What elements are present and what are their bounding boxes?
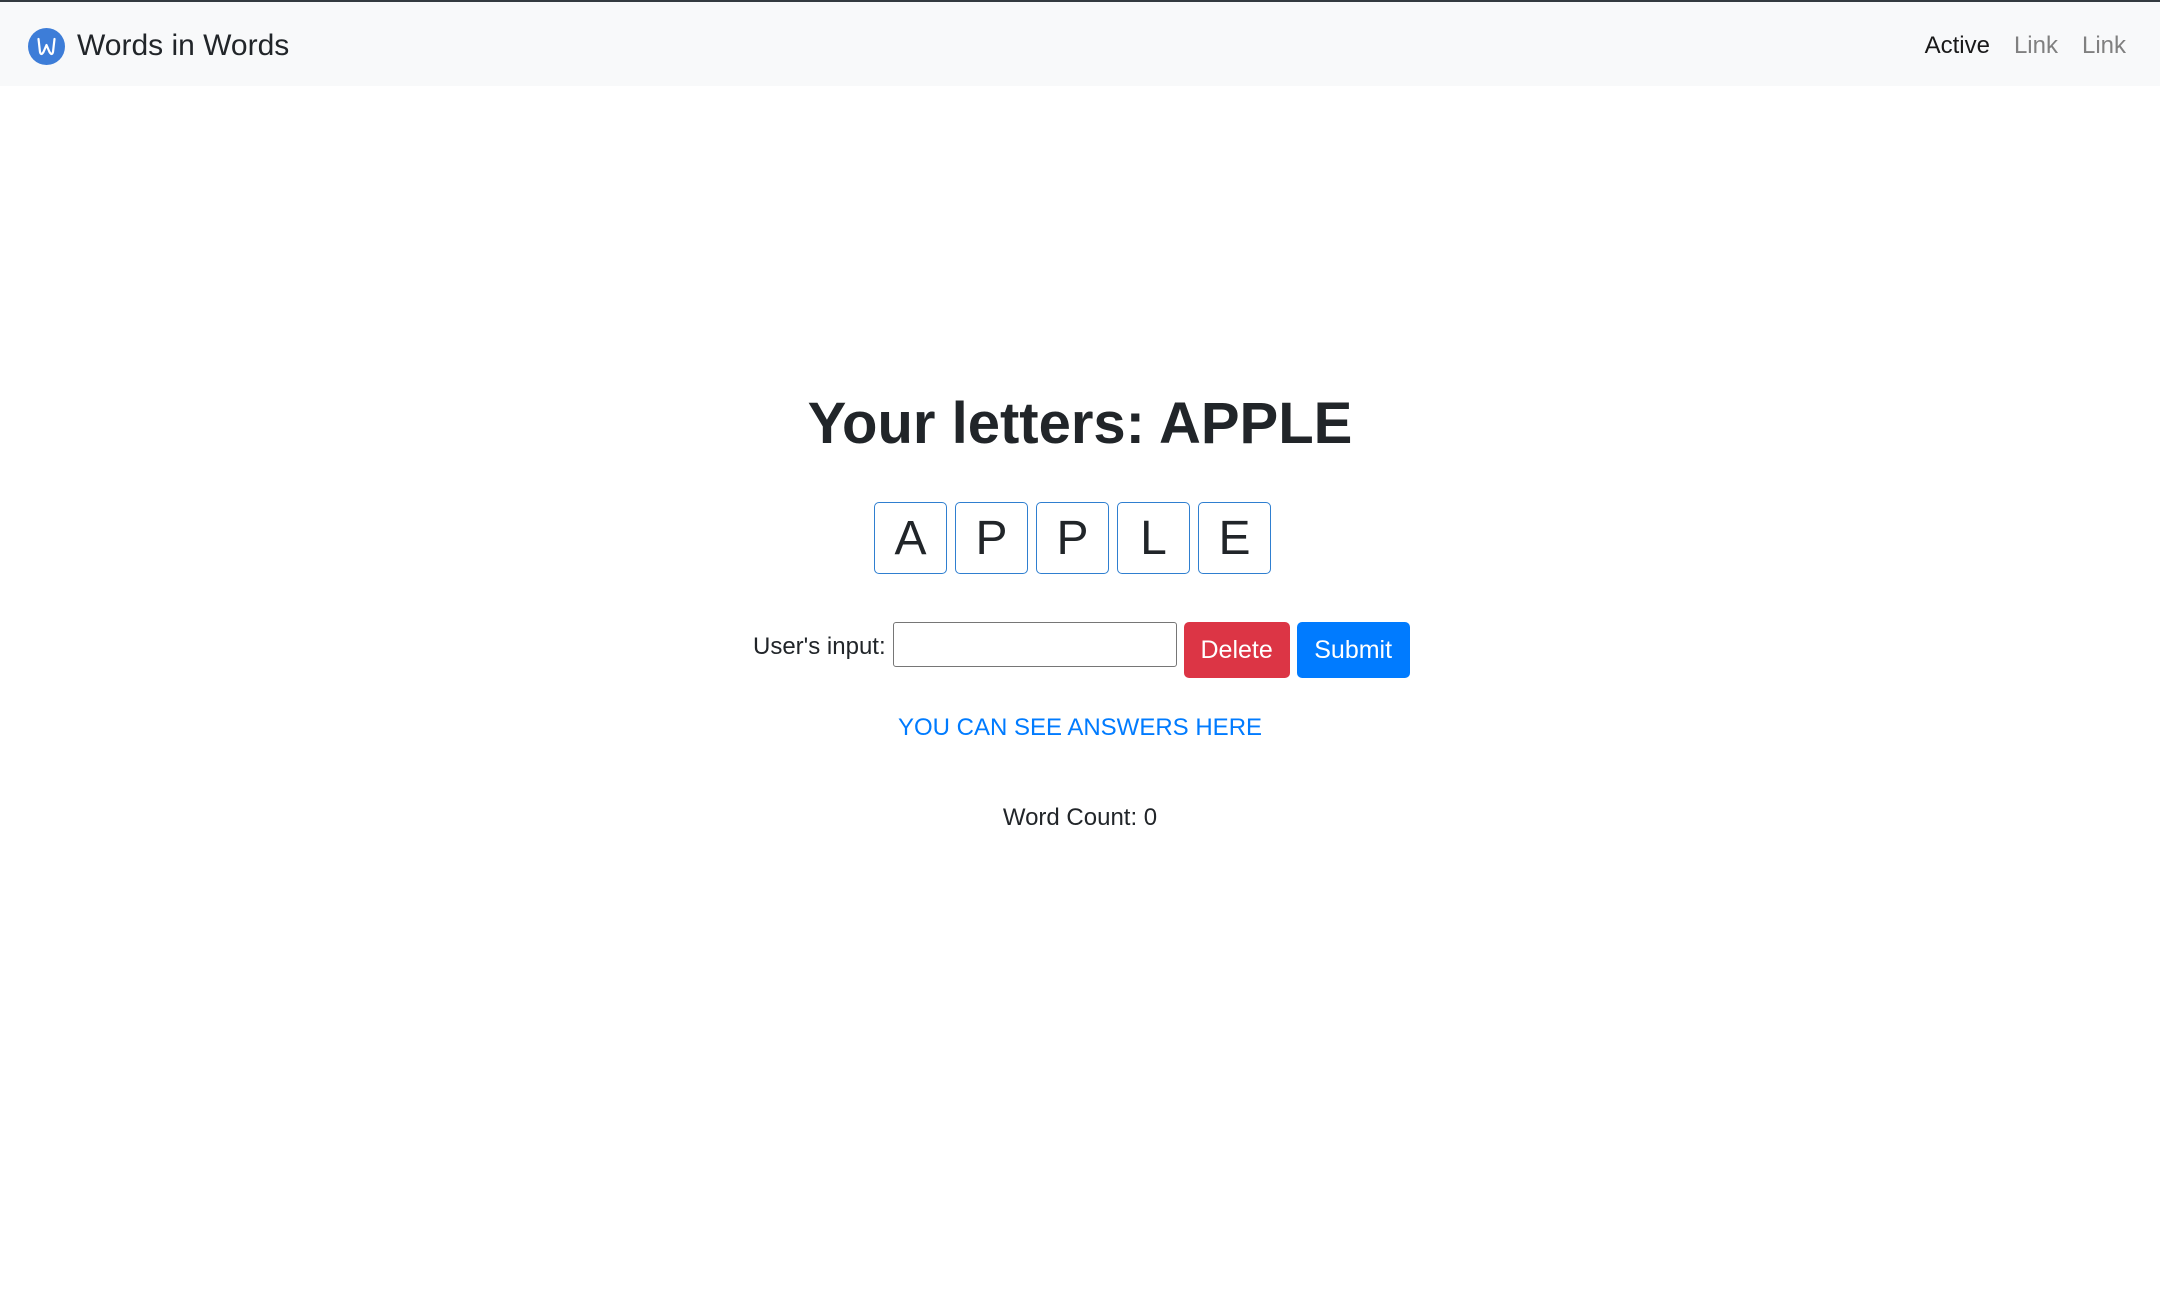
nav-link-2[interactable]: Link [2014,28,2058,64]
letter-tiles: A P P L E [874,502,1279,574]
letter-tile[interactable]: E [1198,502,1271,574]
nav-link-active[interactable]: Active [1925,28,1990,64]
w-circle-logo-icon [28,27,65,65]
see-answers-link[interactable]: YOU CAN SEE ANSWERS HERE [898,714,1262,741]
delete-button[interactable]: Delete [1183,622,1290,678]
navbar-brand[interactable]: Words in Words [28,26,289,66]
word-count: Word Count: 0 [1002,804,1158,831]
input-label: User's input: [753,633,886,660]
letter-tile[interactable]: L [1117,502,1190,574]
letter-tile[interactable]: A [874,502,947,574]
submit-button[interactable]: Submit [1296,622,1410,678]
nav-link-3[interactable]: Link [2082,28,2126,64]
letter-tile[interactable]: P [1036,502,1109,574]
brand-title: Words in Words [77,29,290,62]
input-row: User's input: Delete Submit [753,621,1410,678]
answers-link-container: YOU CAN SEE ANSWERS HERE [0,710,2160,746]
letter-tile[interactable]: P [955,502,1028,574]
user-input-field[interactable] [892,621,1177,667]
nav-links: Active Link Link [1901,28,2126,64]
page-title: Your letters: APPLE [807,391,1353,456]
navbar: Words in Words Active Link Link [0,2,2160,86]
